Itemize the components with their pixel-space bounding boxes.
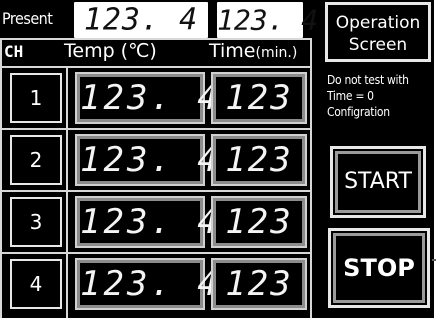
column-header-time: Time(min.) <box>209 40 297 62</box>
column-header-time-label: Time <box>209 40 256 62</box>
channel-3-time-value: 123 <box>225 202 293 242</box>
row-divider-3 <box>0 252 312 254</box>
start-button[interactable]: START <box>330 146 426 218</box>
channel-4-time-value: 123 <box>225 264 293 304</box>
channel-2-button[interactable]: 2 <box>10 135 62 185</box>
channel-1-temperature-display[interactable]: 123. 4 <box>75 72 221 124</box>
operation-screen-label-line1: Operation <box>335 13 421 33</box>
channel-2-time-display[interactable]: 123 <box>211 134 307 186</box>
row-divider-1 <box>0 128 312 130</box>
column-header-channel: CH <box>4 42 24 61</box>
channel-4-button[interactable]: 4 <box>10 259 62 309</box>
channel-3-temperature-value: 123. 4 <box>80 202 221 242</box>
channel-2-time-value: 123 <box>225 140 293 180</box>
notice-line-3: Configration <box>327 105 390 119</box>
controller-screen: Present 123. 4 123. 4 CH Temp (℃) Time(m… <box>0 0 434 318</box>
grid-channel-divider <box>66 66 68 318</box>
channel-1-time-value: 123 <box>225 78 293 118</box>
warning-notice: Do not test with Time = 0 Configration <box>327 72 434 120</box>
channel-2-temperature-value: 123. 4 <box>80 140 221 180</box>
channel-4-time-display[interactable]: 123 <box>211 258 307 310</box>
channel-3-temperature-display[interactable]: 123. 4 <box>75 196 221 248</box>
operation-screen-button[interactable]: Operation Screen <box>325 2 431 62</box>
notice-line-1: Do not test with <box>327 73 409 87</box>
operation-screen-label-line2: Screen <box>348 35 408 55</box>
channel-3-button[interactable]: 3 <box>10 197 62 247</box>
channel-2-temperature-display[interactable]: 123. 4 <box>75 134 221 186</box>
channel-1-temperature-value: 123. 4 <box>80 78 221 118</box>
present-temperature-display: 123. 4 <box>74 2 208 38</box>
edge-tick <box>432 259 436 261</box>
row-divider-2 <box>0 190 312 192</box>
column-header-time-unit: (min.) <box>255 45 298 61</box>
grid-right-border <box>310 38 312 318</box>
channel-1-button[interactable]: 1 <box>10 73 62 123</box>
present-time-display: 123. 4 <box>217 2 319 38</box>
stop-button[interactable]: STOP <box>328 228 430 308</box>
grid-left-border <box>0 38 2 318</box>
channel-4-temperature-value: 123. 4 <box>80 264 221 304</box>
column-header-temperature: Temp (℃) <box>64 40 157 62</box>
header-bottom-divider <box>0 66 312 68</box>
present-label: Present <box>2 9 53 28</box>
present-temperature-value: 123. 4 <box>83 2 199 38</box>
present-time-value: 123. 4 <box>217 3 319 37</box>
channel-3-time-display[interactable]: 123 <box>211 196 307 248</box>
channel-4-temperature-display[interactable]: 123. 4 <box>75 258 221 310</box>
table-header: CH Temp (℃) Time(min.) <box>0 38 312 66</box>
channel-1-time-display[interactable]: 123 <box>211 72 307 124</box>
notice-line-2: Time = 0 <box>327 89 374 103</box>
